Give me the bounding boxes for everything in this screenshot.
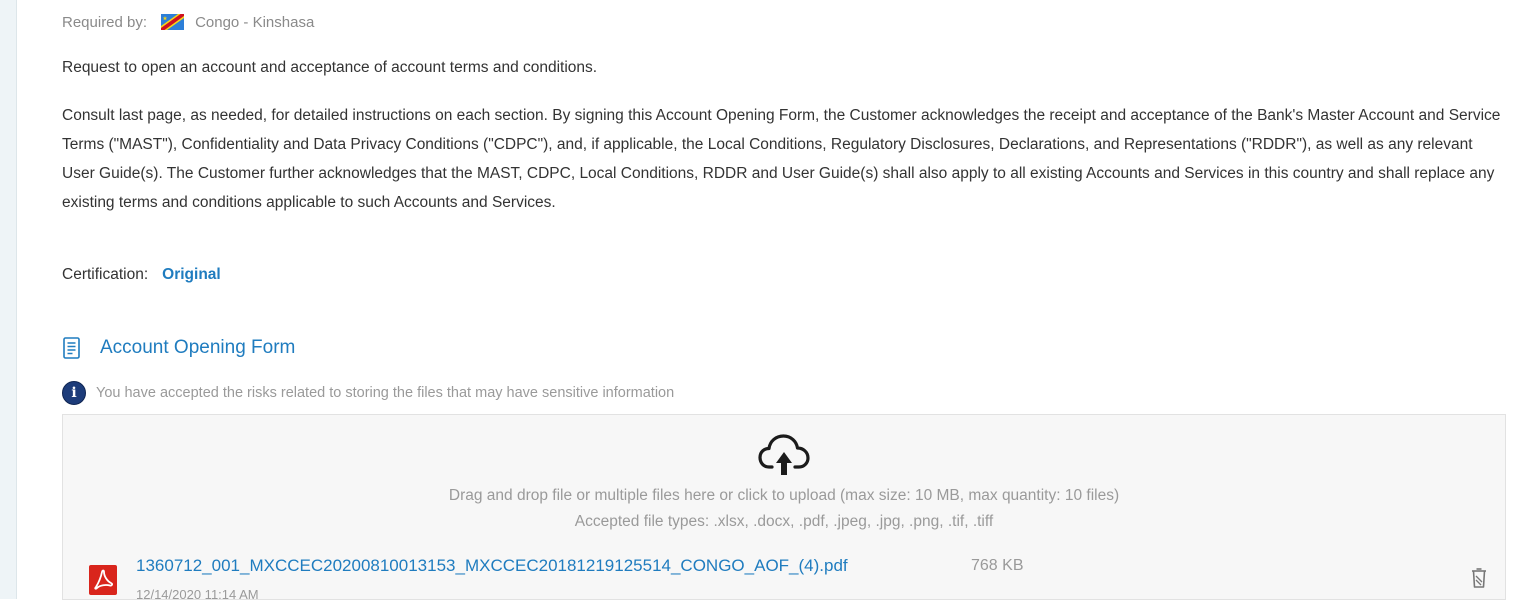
risk-notice-text: You have accepted the risks related to s…	[96, 385, 675, 401]
required-by-row: Required by: Congo - Kinshasa	[62, 12, 314, 32]
dropzone-instruction: Drag and drop file or multiple files her…	[448, 487, 1120, 504]
accepted-file-types: Accepted file types: .xlsx, .docx, .pdf,…	[574, 513, 994, 530]
form-section-header: Account Opening Form	[62, 336, 295, 360]
file-upload-date: 12/14/2020 11:14 AM	[136, 587, 259, 602]
document-icon	[63, 337, 80, 359]
cloud-upload-icon	[758, 434, 810, 475]
drc-flag-icon	[161, 14, 185, 30]
info-icon: i	[62, 381, 86, 405]
request-text: Request to open an account and acceptanc…	[62, 59, 598, 76]
terms-paragraph: Consult last page, as needed, for detail…	[62, 107, 1501, 211]
certification-value: Original	[162, 266, 221, 283]
file-dropzone[interactable]: Drag and drop file or multiple files her…	[62, 414, 1506, 546]
certification-label: Certification:	[62, 266, 149, 283]
trash-icon[interactable]	[1469, 567, 1489, 589]
required-by-label: Required by:	[62, 13, 148, 31]
left-rail	[0, 0, 17, 599]
uploaded-file-item: 1360712_001_MXCCEC20200810013153_MXCCEC2…	[62, 545, 1506, 602]
country-name: Congo - Kinshasa	[195, 13, 315, 31]
pdf-file-icon	[89, 565, 117, 595]
file-name-link[interactable]: 1360712_001_MXCCEC20200810013153_MXCCEC2…	[136, 556, 848, 576]
form-title[interactable]: Account Opening Form	[100, 337, 295, 359]
risk-notice: i You have accepted the risks related to…	[62, 381, 674, 405]
file-size: 768 KB	[971, 557, 1024, 574]
certification-row: Certification: Original	[62, 266, 221, 284]
